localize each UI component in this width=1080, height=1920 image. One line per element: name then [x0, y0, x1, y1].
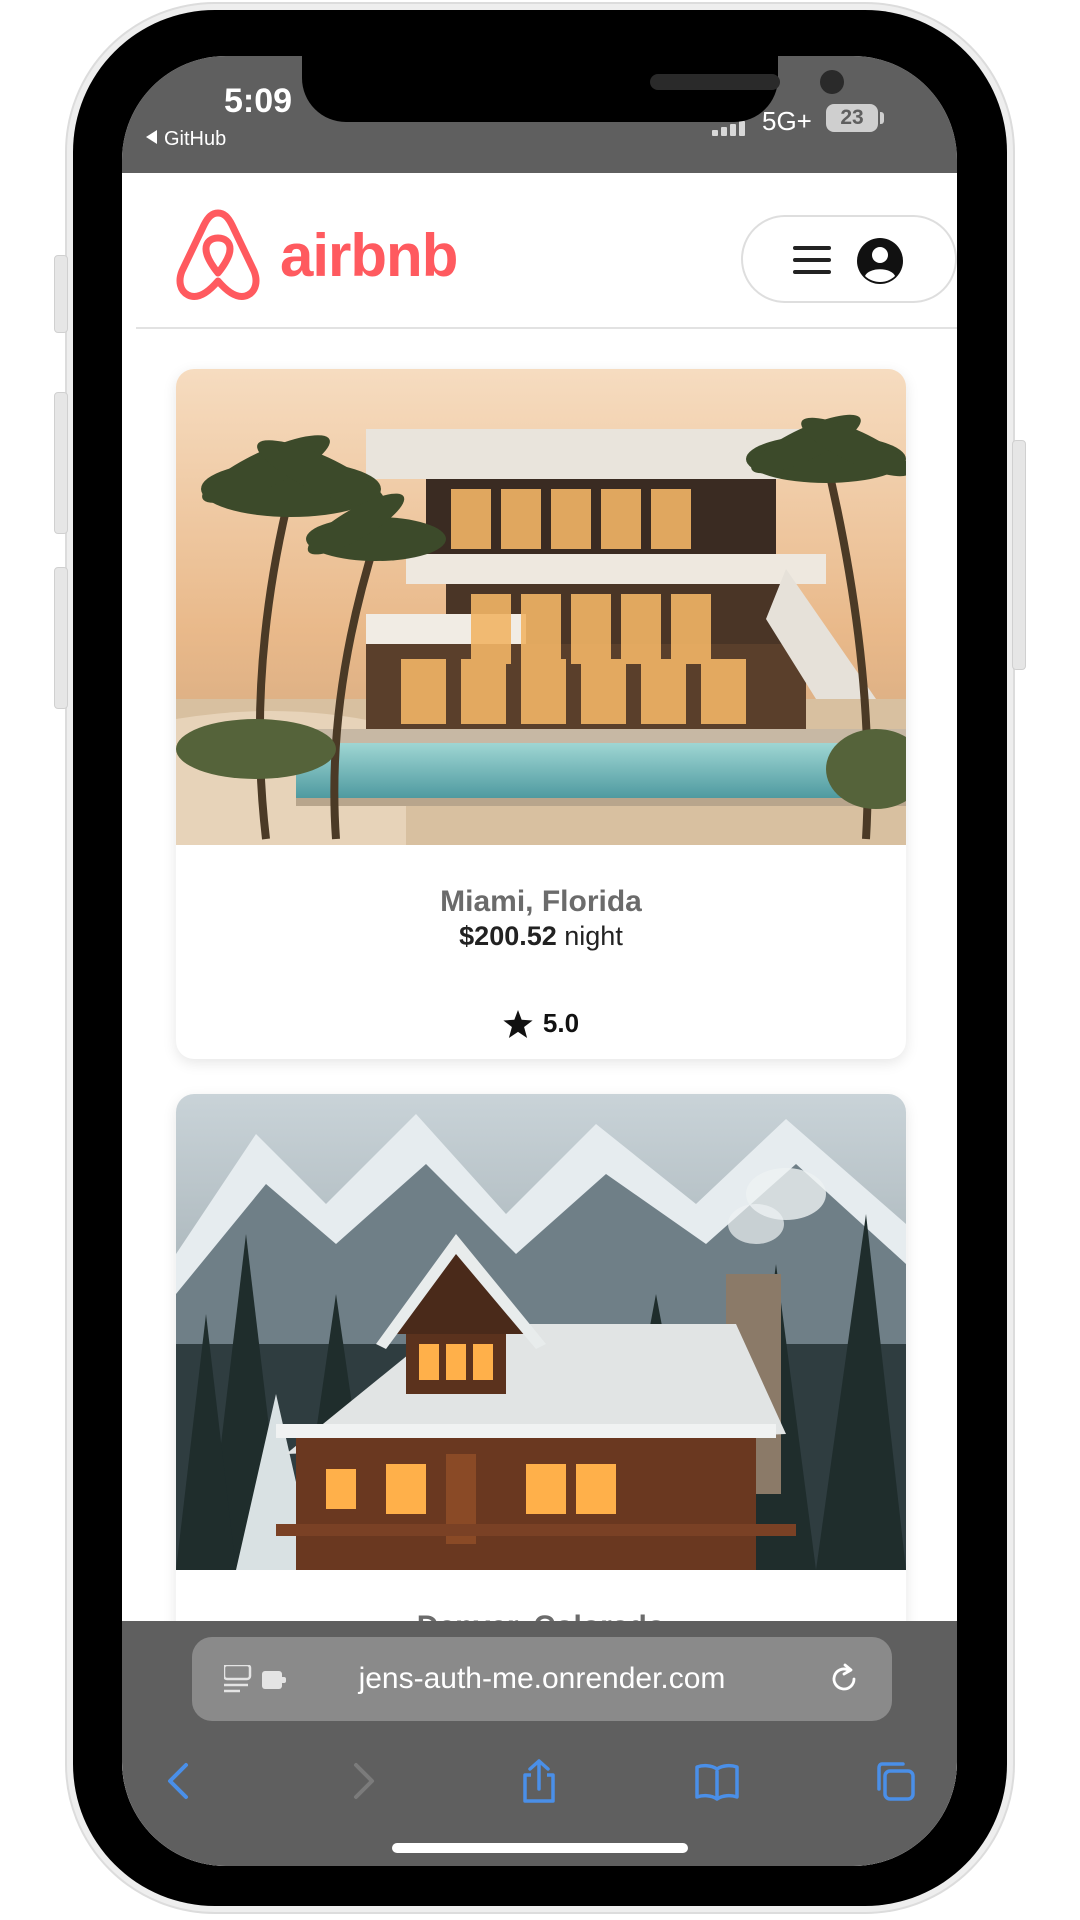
browser-nav-row	[122, 1753, 957, 1813]
bookmarks-button[interactable]	[687, 1753, 747, 1809]
tabs-icon	[877, 1762, 915, 1801]
network-type: 5G+	[762, 106, 812, 136]
address-bar[interactable]: jens-auth-me.onrender.com	[192, 1637, 892, 1721]
battery-icon: 23	[826, 104, 878, 132]
listing-city: Miami, Florida	[440, 885, 642, 918]
listing-info: Miami, Florida $200.52 night 5.0	[176, 845, 906, 1039]
tabs-button[interactable]	[865, 1753, 925, 1809]
share-icon	[523, 1759, 555, 1803]
listing-photo[interactable]	[176, 369, 906, 845]
power-button	[1012, 440, 1026, 670]
back-icon	[168, 1763, 188, 1799]
listing-rating-value: 5.0	[542, 1008, 580, 1038]
listings-feed[interactable]: Miami, Florida $200.52 night 5.0	[122, 173, 957, 1866]
reload-icon[interactable]	[828, 1663, 860, 1695]
back-app-label: GitHub	[164, 128, 227, 150]
listing-rating: 5.0	[176, 1008, 906, 1039]
signal-icon	[712, 120, 752, 136]
volume-up-button	[54, 392, 68, 534]
phone-screen: 5:09 GitHub 5G+ 23 Miami, Florida $200.5…	[122, 56, 957, 1866]
back-button[interactable]	[150, 1753, 210, 1809]
back-to-app-link[interactable]: GitHub	[146, 128, 226, 151]
browser-toolbar: jens-auth-me.onrender.com	[122, 1621, 957, 1866]
url-text: jens-auth-me.onrender.com	[358, 1662, 726, 1695]
home-indicator[interactable]	[392, 1843, 688, 1853]
web-page: Miami, Florida $200.52 night 5.0 airbnb	[122, 173, 957, 1866]
listing-price-line: $200.52 night	[176, 921, 906, 952]
back-triangle-icon	[146, 130, 157, 144]
volume-down-button	[54, 567, 68, 709]
listing-price: $200.52	[459, 921, 557, 951]
user-menu-button[interactable]	[741, 215, 957, 303]
brand-name: airbnb	[280, 221, 458, 289]
speaker-grille	[650, 74, 780, 90]
star-icon	[503, 1009, 533, 1038]
forward-icon	[354, 1763, 374, 1799]
listing-photo[interactable]	[176, 1094, 906, 1570]
bookmarks-icon	[695, 1763, 739, 1801]
share-button[interactable]	[509, 1753, 569, 1809]
front-camera	[820, 70, 844, 94]
status-bar: 5:09 GitHub 5G+ 23	[122, 56, 957, 173]
battery-tip	[880, 112, 884, 124]
forward-button[interactable]	[332, 1753, 392, 1809]
brand-logo-link[interactable]: airbnb	[174, 207, 458, 303]
site-header: airbnb	[136, 173, 957, 329]
mute-switch	[54, 255, 68, 333]
listing-price-unit: night	[564, 921, 623, 951]
airbnb-belo-icon	[176, 209, 260, 300]
status-time: 5:09	[224, 82, 293, 120]
listing-card[interactable]: Miami, Florida $200.52 night 5.0	[176, 369, 906, 1059]
hamburger-icon	[793, 246, 831, 274]
camera-notch	[302, 56, 844, 122]
user-circle-icon	[857, 238, 903, 284]
